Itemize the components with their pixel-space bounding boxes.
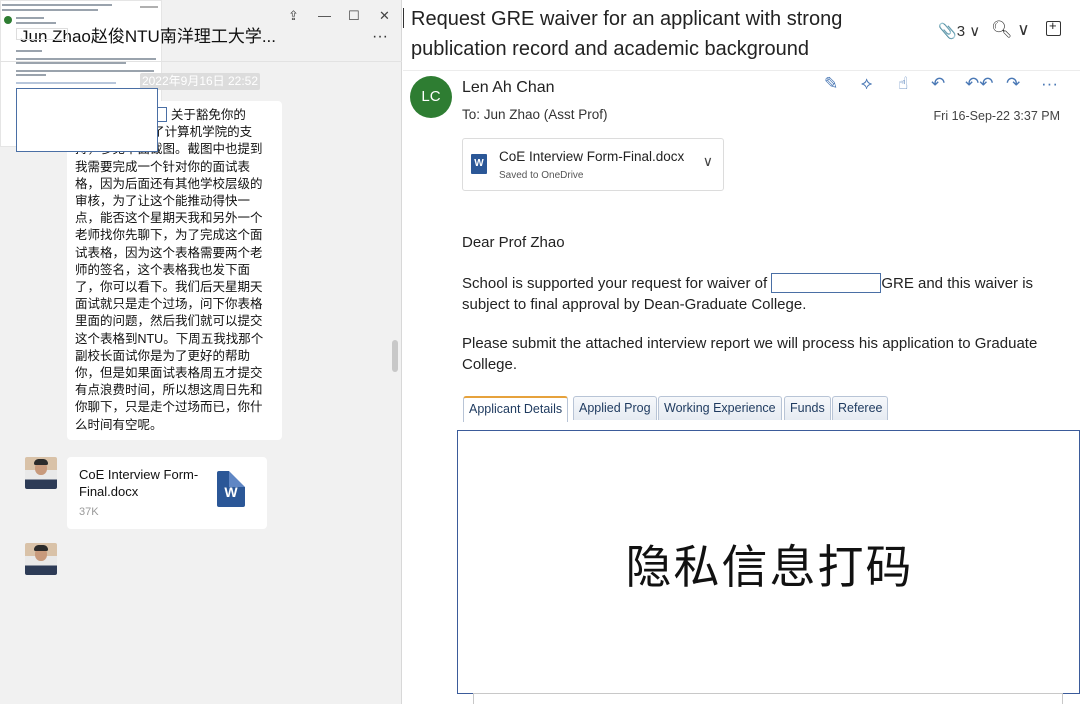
recipient-line: To: Jun Zhao (Asst Prof) <box>462 107 608 122</box>
close-button[interactable]: ✕ <box>379 8 390 24</box>
file-message[interactable]: CoE Interview Form-Final.docx 37K W <box>67 457 267 529</box>
minimize-button[interactable]: — <box>318 8 331 23</box>
thumbnail-line <box>16 70 154 72</box>
email-paragraph: School is supported your request for wai… <box>462 273 1062 315</box>
form-table-edge <box>473 693 1063 704</box>
sender-name[interactable]: Len Ah Chan <box>462 79 555 97</box>
redacted-name <box>771 273 882 293</box>
more-options-icon[interactable]: ··· <box>372 28 388 46</box>
email-view: Request GRE waiver for an applicant with… <box>403 0 1080 704</box>
thumbnail-line <box>16 50 42 52</box>
tab-applicant-details[interactable]: Applicant Details <box>463 396 569 422</box>
attachment-count[interactable]: 📎3 ∨ <box>938 22 980 40</box>
email-paragraph: Please submit the attached interview rep… <box>462 335 1038 373</box>
file-size: 37K <box>79 506 99 518</box>
thumbnail-subject-line <box>2 9 98 11</box>
thumbnail-attachment <box>16 28 68 40</box>
attachment-status: Saved to OneDrive <box>499 170 584 181</box>
chevron-down-icon[interactable]: ∨ <box>703 153 713 170</box>
tab-funds[interactable]: Funds <box>784 396 831 420</box>
pin-icon[interactable]: ⇪ <box>288 8 299 24</box>
paragraph-text: School is supported your request for wai… <box>462 275 768 292</box>
edit-icon[interactable]: ✎ <box>824 74 838 94</box>
copilot-icon[interactable]: ⟡ <box>861 74 872 94</box>
like-icon[interactable]: ☝ <box>898 74 908 94</box>
privacy-redaction-box: 隐私信息打码 <box>457 430 1080 694</box>
file-name: CoE Interview Form-Final.docx <box>79 467 199 499</box>
avatar[interactable] <box>25 457 57 489</box>
chat-scrollbar[interactable] <box>392 340 398 372</box>
thumbnail-tabs <box>16 82 116 84</box>
reply-all-icon[interactable]: ↶↶ <box>965 74 994 94</box>
email-date: Fri 16-Sep-22 3:37 PM <box>933 109 1060 123</box>
thumbnail-line <box>16 62 126 64</box>
thumbnail-line <box>16 17 44 19</box>
attachment-count-value: 3 <box>956 23 966 40</box>
divider <box>403 70 1080 71</box>
word-document-icon: W <box>471 154 487 174</box>
tab-applied-prog[interactable]: Applied Prog <box>573 396 657 420</box>
thumbnail-line <box>16 74 46 76</box>
email-greeting: Dear Prof Zhao <box>462 234 565 251</box>
tab-referee[interactable]: Referee <box>832 396 889 420</box>
sender-avatar[interactable]: LC <box>410 76 452 118</box>
divider <box>403 8 404 28</box>
thumbnail-redaction-box <box>16 88 158 152</box>
thumbnail-subject-line <box>2 4 112 6</box>
redaction-label: 隐私信息打码 <box>625 540 914 594</box>
email-subject: Request GRE waiver for an applicant with… <box>411 8 843 60</box>
tab-working-experience[interactable]: Working Experience <box>658 396 782 420</box>
attachment-name: CoE Interview Form-Final.docx <box>499 149 685 164</box>
avatar[interactable] <box>25 543 57 575</box>
more-actions-icon[interactable]: ··· <box>1041 74 1058 94</box>
chat-panel: Jun Zhao赵俊NTU南洋理工大学... ⇪ — ☐ ✕ ··· 2022年… <box>0 0 402 704</box>
word-document-icon: W <box>217 471 245 507</box>
thumbnail-avatar <box>4 16 12 24</box>
message-text: 关于豁免你的GRE，我得到了计算机学院的支持，参见下面截图。截图中也提到我需要完… <box>75 108 264 432</box>
thumbnail-line <box>16 22 56 24</box>
message-timestamp: 2022年9月16日 22:52 <box>140 73 260 90</box>
thumbnail-toolbar <box>140 6 158 8</box>
forward-icon[interactable]: ↷ <box>1006 74 1020 94</box>
maximize-button[interactable]: ☐ <box>348 8 360 24</box>
reply-icon[interactable]: ↶ <box>931 74 945 94</box>
zoom-icon[interactable]: 🔍︎ ∨ <box>991 20 1030 40</box>
thumbnail-line <box>16 58 156 60</box>
popout-icon[interactable] <box>1046 18 1061 36</box>
attachment-card[interactable]: W CoE Interview Form-Final.docx Saved to… <box>462 138 724 191</box>
